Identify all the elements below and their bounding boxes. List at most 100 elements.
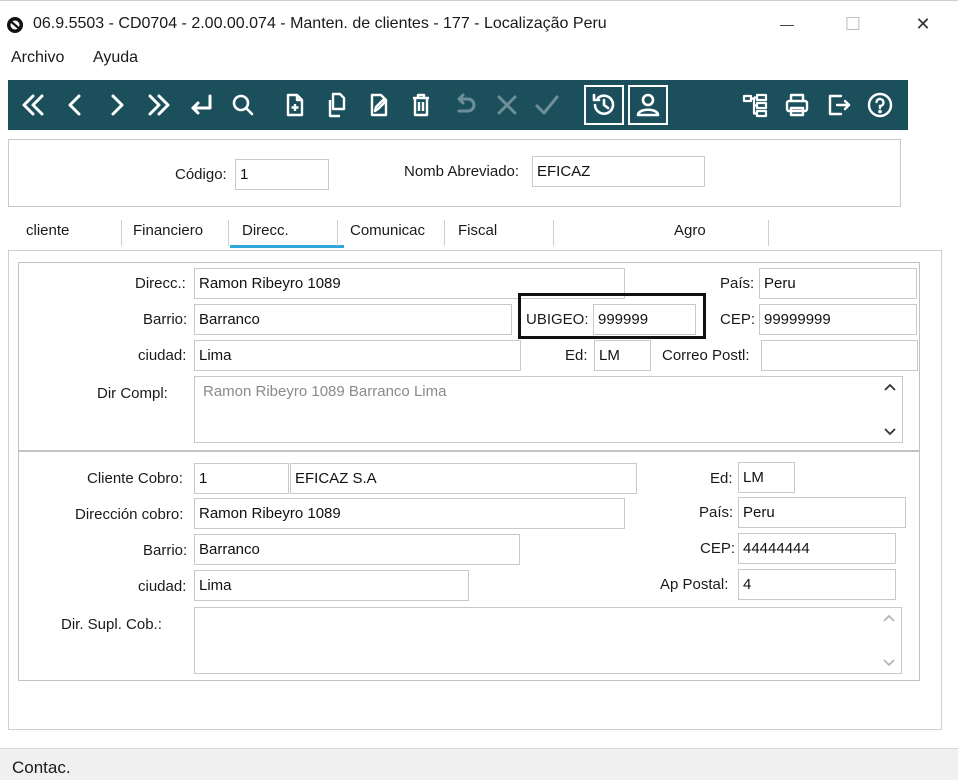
history-icon	[592, 93, 615, 115]
exit-button[interactable]	[822, 87, 856, 123]
tree-icon	[742, 93, 768, 118]
close-button[interactable]: ✕	[900, 9, 946, 39]
cobro-pais-field[interactable]: Peru	[738, 497, 906, 528]
dir-compl-text: Ramon Ribeyro 1089 Barranco Lima	[203, 383, 447, 400]
cliente-cobro-code-field[interactable]: 1	[194, 463, 289, 494]
cep-label: CEP:	[720, 311, 756, 328]
tab-comunicac[interactable]: Comunicac	[350, 222, 425, 239]
tab-separator	[228, 220, 229, 246]
menu-bar: Archivo Ayuda	[0, 46, 958, 72]
user-button[interactable]	[628, 85, 668, 125]
billing-group: Cliente Cobro: 1 EFICAZ S.A Ed: LM Direc…	[18, 451, 920, 681]
cancel-icon	[497, 95, 517, 115]
cobro-barrio-field[interactable]: Barranco	[194, 534, 520, 565]
new-document-icon	[286, 93, 304, 117]
cobro-cep-field[interactable]: 44444444	[738, 533, 896, 564]
copy-document-button[interactable]	[320, 87, 354, 123]
first-record-button[interactable]	[16, 87, 50, 123]
pais-label: País:	[720, 275, 755, 292]
tab-separator	[444, 220, 445, 246]
tab-separator	[768, 220, 769, 246]
history-button[interactable]	[584, 85, 624, 125]
ed-field[interactable]: LM	[594, 340, 651, 371]
delete-icon	[413, 93, 429, 117]
status-text: Contac.	[12, 758, 71, 777]
barrio-label: Barrio:	[143, 311, 188, 328]
ap-postal-field[interactable]: 4	[738, 569, 896, 600]
tab-cliente[interactable]: cliente	[26, 222, 69, 239]
active-tab-indicator	[230, 245, 344, 248]
dir-supl-cob-textarea[interactable]	[194, 607, 902, 674]
first-record-icon	[22, 94, 44, 116]
ciudad-label: ciudad:	[138, 347, 187, 364]
direccion-cobro-field[interactable]: Ramon Ribeyro 1089	[194, 498, 625, 529]
dir-supl-cob-label: Dir. Supl. Cob.:	[61, 616, 162, 633]
correo-postl-label: Correo Postl:	[662, 347, 750, 364]
direcc-label: Direcc.:	[135, 275, 186, 292]
next-record-button[interactable]	[100, 87, 134, 123]
print-button[interactable]	[780, 87, 814, 123]
enter-button[interactable]	[184, 87, 218, 123]
delete-button[interactable]	[404, 87, 438, 123]
close-icon: ✕	[915, 13, 931, 34]
new-document-button[interactable]	[278, 87, 312, 123]
codigo-label: Código:	[175, 166, 227, 183]
tree-button[interactable]	[738, 87, 772, 123]
scroll-up-icon[interactable]	[883, 614, 895, 622]
scroll-up-icon[interactable]	[884, 383, 896, 391]
tab-agro[interactable]: Agro	[674, 222, 706, 239]
undo-button[interactable]	[448, 87, 482, 123]
nomb-abreviado-field[interactable]: EFICAZ	[532, 156, 705, 187]
title-bar: 06.9.5503 - CD0704 - 2.00.00.074 - Mante…	[0, 0, 958, 46]
header-panel: Código: 1 Nomb Abreviado: EFICAZ	[8, 139, 901, 207]
menu-archivo[interactable]: Archivo	[11, 49, 64, 67]
tab-separator	[553, 220, 554, 246]
cobro-ciudad-label: ciudad:	[138, 578, 187, 595]
pais-field[interactable]: Peru	[759, 268, 917, 299]
cobro-ed-field[interactable]: LM	[738, 462, 795, 493]
tab-separator	[337, 220, 338, 246]
cliente-cobro-name-field[interactable]: EFICAZ S.A	[290, 463, 637, 494]
barrio-field[interactable]: Barranco	[194, 304, 512, 335]
last-record-button[interactable]	[142, 87, 176, 123]
previous-record-button[interactable]	[58, 87, 92, 123]
confirm-button[interactable]	[530, 87, 564, 123]
previous-record-icon	[68, 94, 81, 116]
copy-document-icon	[328, 92, 346, 118]
ap-postal-label: Ap Postal:	[660, 576, 729, 593]
address-group: Direcc.: Ramon Ribeyro 1089 País: Peru B…	[18, 262, 920, 451]
tab-fiscal[interactable]: Fiscal	[458, 222, 497, 239]
status-bar: Contac.	[0, 748, 958, 780]
cobro-pais-label: País:	[699, 504, 734, 521]
ciudad-field[interactable]: Lima	[194, 340, 521, 371]
help-button[interactable]	[863, 87, 897, 123]
codigo-field[interactable]: 1	[235, 159, 329, 190]
cliente-cobro-label: Cliente Cobro:	[87, 470, 183, 487]
cep-field[interactable]: 99999999	[759, 304, 917, 335]
help-icon	[867, 92, 893, 118]
cobro-ed-label: Ed:	[710, 470, 733, 487]
menu-ayuda[interactable]: Ayuda	[93, 49, 138, 67]
app-logo-icon	[7, 17, 23, 33]
tab-bar: cliente Financiero Direcc. Comunicac Fis…	[8, 212, 942, 252]
direccion-cobro-label: Dirección cobro:	[75, 506, 184, 523]
tab-financiero[interactable]: Financiero	[133, 222, 203, 239]
cancel-button[interactable]	[490, 87, 524, 123]
dir-compl-textarea[interactable]: Ramon Ribeyro 1089 Barranco Lima	[194, 376, 903, 443]
tab-direcc[interactable]: Direcc.	[242, 222, 289, 239]
enter-icon	[191, 94, 212, 115]
next-record-icon	[111, 94, 124, 116]
scroll-down-icon[interactable]	[884, 428, 896, 436]
cobro-ciudad-field[interactable]: Lima	[194, 570, 469, 601]
toolbar	[8, 80, 908, 130]
print-icon	[785, 93, 809, 117]
exit-icon	[828, 94, 851, 116]
minimize-button[interactable]: —	[764, 9, 810, 39]
scroll-down-icon[interactable]	[883, 659, 895, 667]
nomb-abreviado-label: Nomb Abreviado:	[404, 163, 520, 180]
search-button[interactable]	[226, 87, 260, 123]
maximize-button[interactable]: ☐	[830, 9, 876, 39]
tab-separator	[121, 220, 122, 246]
correo-postl-field[interactable]	[761, 340, 918, 371]
edit-document-button[interactable]	[362, 87, 396, 123]
